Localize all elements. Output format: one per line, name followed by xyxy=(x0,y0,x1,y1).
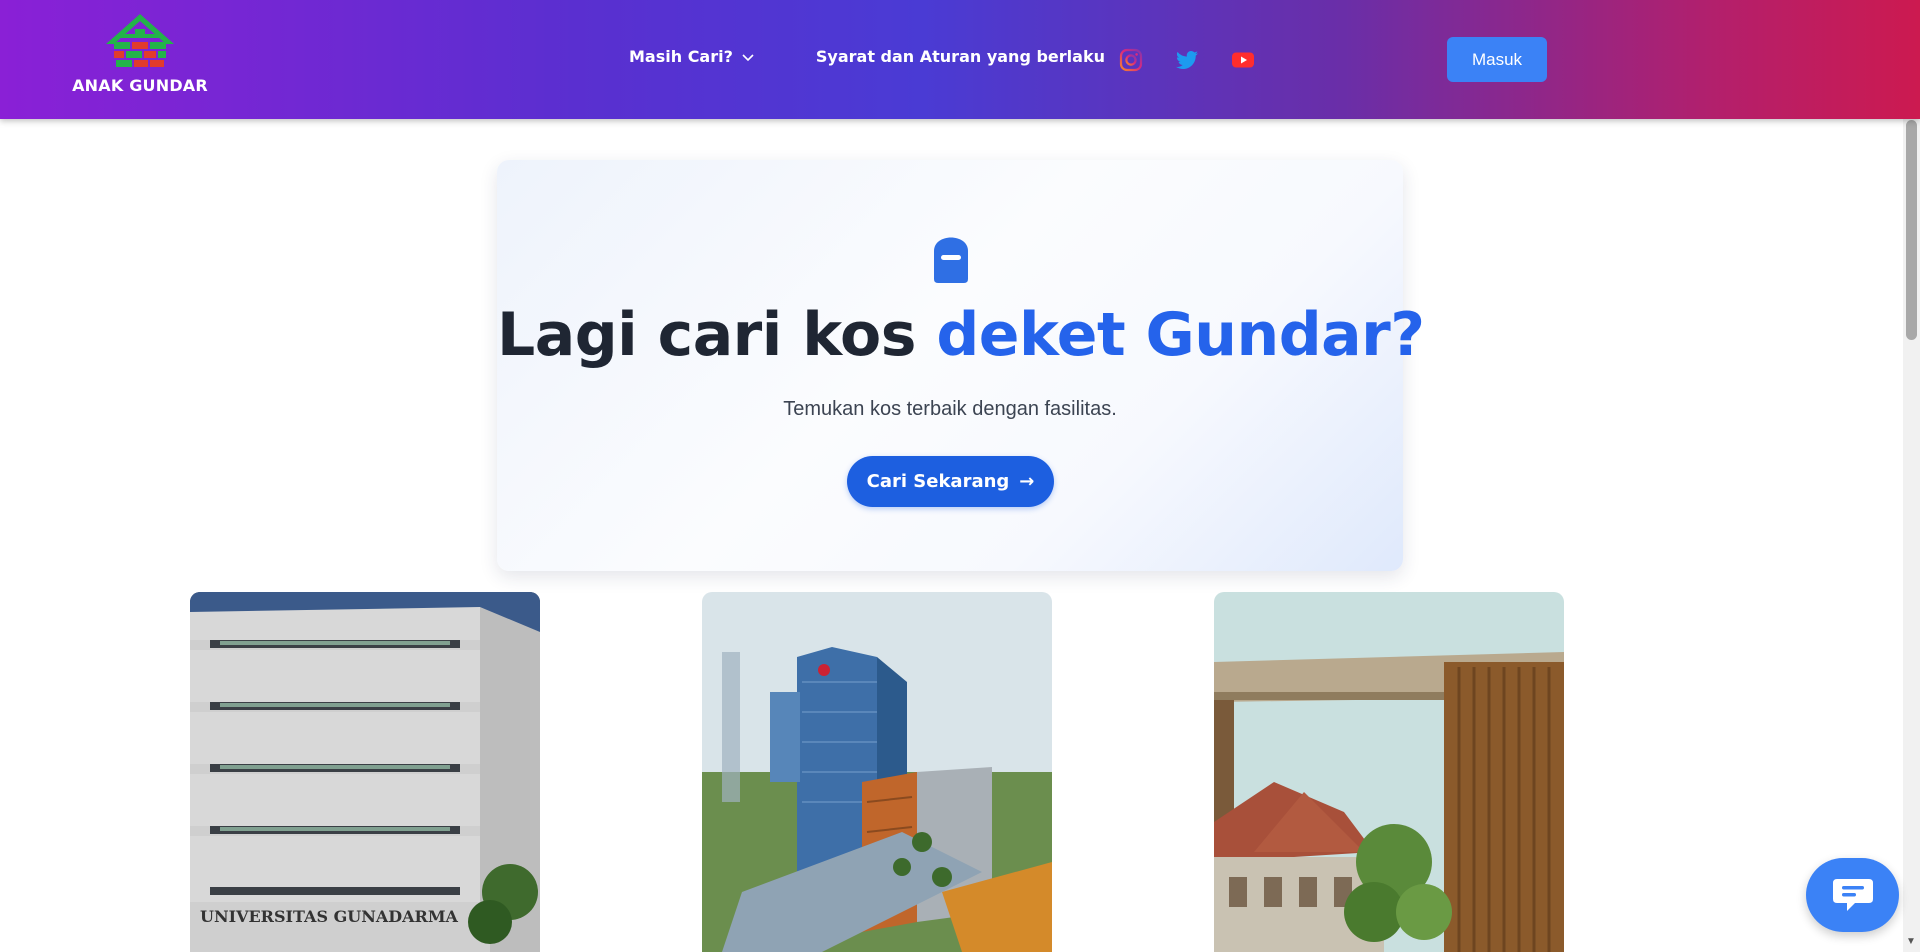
instagram-icon[interactable] xyxy=(1119,48,1143,72)
hero-title: Lagi cari kos deket Gundar? xyxy=(497,300,1425,370)
main-nav: Masih Cari? Syarat dan Aturan yang berla… xyxy=(629,47,1105,66)
youtube-icon[interactable] xyxy=(1231,48,1255,72)
scroll-down-arrow-icon[interactable]: ▼ xyxy=(1904,936,1918,950)
campus-card-2[interactable] xyxy=(702,592,1052,952)
social-links xyxy=(1119,48,1287,72)
campus-sign-text: UNIVERSITAS GUNADARMA xyxy=(200,907,459,926)
nav-menu-label: Masih Cari? xyxy=(629,47,733,66)
brand-logo[interactable]: ANAK GUNDAR xyxy=(62,12,218,98)
nav-rules-label: Syarat dan Aturan yang berlaku xyxy=(815,47,1105,66)
campus-photo-3 xyxy=(1214,592,1564,952)
scrollbar-thumb[interactable] xyxy=(1906,120,1917,340)
hero-subtitle: Temukan kos terbaik dengan fasilitas. xyxy=(783,398,1117,420)
hero-title-main: Lagi cari kos xyxy=(497,300,937,370)
nav-rules-link[interactable]: Syarat dan Aturan yang berlaku xyxy=(816,47,1105,66)
search-now-button[interactable]: Cari Sekarang → xyxy=(847,456,1054,507)
login-button[interactable]: Masuk xyxy=(1447,37,1547,82)
nav-menu-dropdown[interactable]: Masih Cari? xyxy=(629,47,756,66)
campus-photo-1: UNIVERSITAS GUNADARMA xyxy=(190,592,540,952)
search-now-label: Cari Sekarang xyxy=(866,471,1010,492)
arrow-right-icon: → xyxy=(1019,471,1035,492)
lock-icon xyxy=(934,237,968,283)
brand-name: ANAK GUNDAR xyxy=(72,76,208,95)
house-logo-icon xyxy=(106,14,174,67)
twitter-icon[interactable] xyxy=(1175,48,1199,72)
chat-button[interactable] xyxy=(1806,858,1899,932)
chevron-down-icon xyxy=(742,53,754,61)
campus-photo-2 xyxy=(702,592,1052,952)
hero-title-accent: deket Gundar? xyxy=(936,300,1425,370)
campus-card-1[interactable]: UNIVERSITAS GUNADARMA xyxy=(190,592,540,952)
chat-bubble-icon xyxy=(1832,879,1873,911)
campus-card-3[interactable] xyxy=(1214,592,1564,952)
navbar: ANAK GUNDAR Masih Cari? Syarat dan Atura… xyxy=(0,0,1920,119)
